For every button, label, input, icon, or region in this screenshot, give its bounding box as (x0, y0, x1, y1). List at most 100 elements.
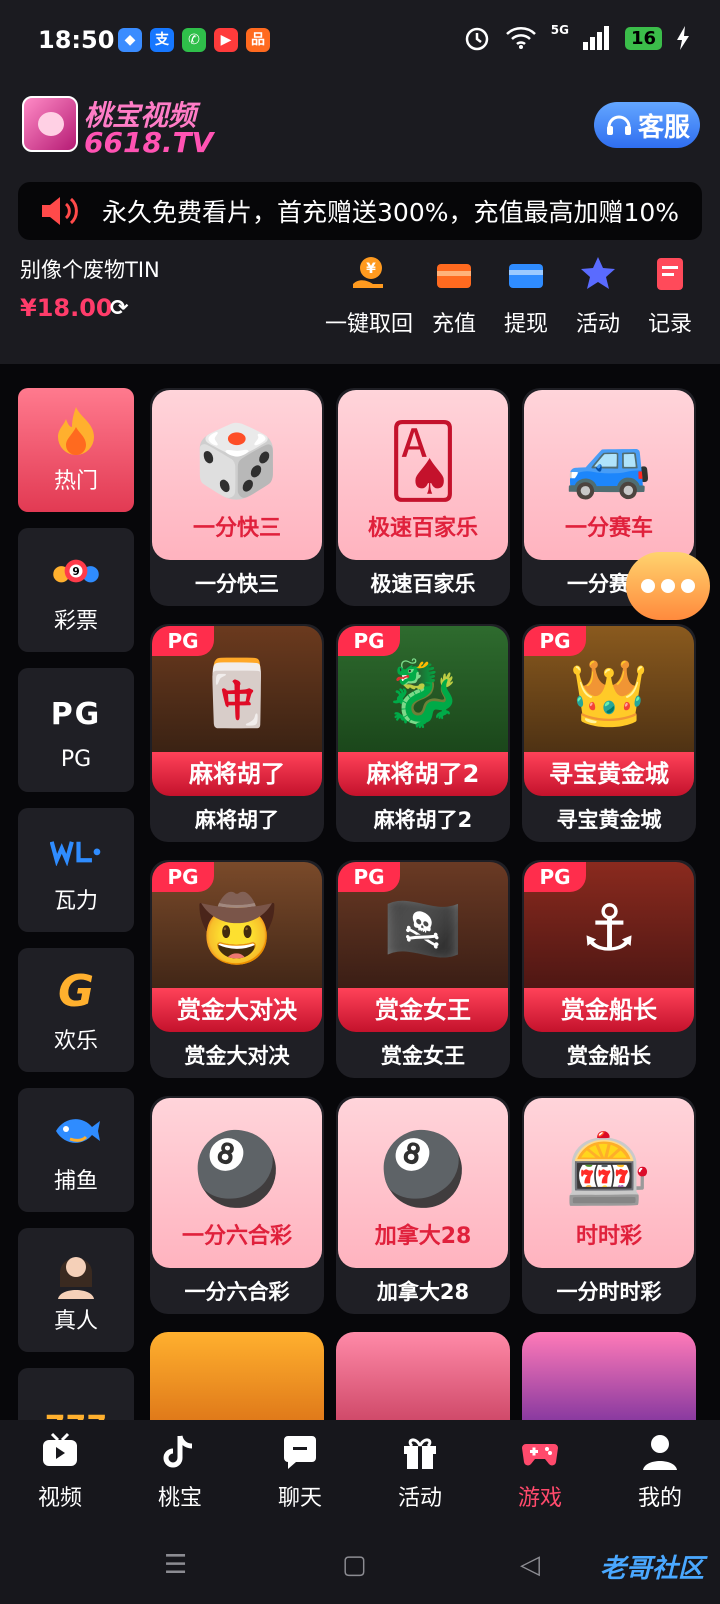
game-name: 一分六合彩 (184, 1280, 290, 1304)
account-header: 桃宝视频 6618.TV 客服 永久免费看片，首充赠送300%，充值最高加赠10… (0, 82, 720, 364)
category-wali[interactable]: 瓦力 (18, 808, 134, 932)
record-icon (657, 258, 683, 290)
category-sidebar: 热门 9 彩票 PG PG 瓦力 G 欢乐 捕鱼 真人 777 (18, 388, 134, 1508)
recharge-icon (437, 264, 471, 288)
game-tile-partial[interactable] (150, 1332, 324, 1420)
game-tile-partial[interactable] (336, 1332, 510, 1420)
category-label: 热门 (53, 469, 98, 494)
game-name: 麻将胡了 (195, 808, 279, 832)
nav-label: 视频 (37, 1486, 82, 1511)
retrieve-icon: ¥ (353, 257, 383, 288)
pg-badge: PG (152, 862, 214, 892)
happy-logo-icon: G (57, 965, 95, 1017)
game-tile[interactable]: PG ⚓ 赏金船长 赏金船长 (522, 860, 696, 1078)
category-lottery[interactable]: 9 彩票 (18, 528, 134, 652)
nav-games[interactable]: 游戏 (480, 1420, 600, 1522)
flame-icon (50, 405, 102, 457)
category-pg[interactable]: PG PG (18, 668, 134, 792)
game-name: 麻将胡了2 (373, 808, 473, 832)
game-tile[interactable]: PG 👑 寻宝黄金城 寻宝黄金城 (522, 624, 696, 842)
game-thumb-title: 麻将胡了 (152, 752, 322, 796)
activity-label: 活动 (575, 312, 620, 337)
game-thumbnail: 🎱 加拿大28 (338, 1098, 508, 1268)
record-label: 记录 (647, 312, 692, 337)
category-happy[interactable]: G 欢乐 (18, 948, 134, 1072)
nav-activity[interactable]: 活动 (360, 1420, 480, 1522)
category-label: 真人 (53, 1309, 98, 1334)
category-live[interactable]: 真人 (18, 1228, 134, 1352)
record-button[interactable]: 记录 (634, 254, 706, 338)
pg-badge: PG (152, 626, 214, 656)
game-thumbnail: PG 🏴‍☠️ 赏金女王 (338, 862, 508, 1032)
floating-chat-button[interactable] (626, 552, 710, 620)
chat-icon (284, 1436, 316, 1469)
game-tile[interactable]: PG 🐉 麻将胡了2 麻将胡了2 (336, 624, 510, 842)
nav-label: 我的 (637, 1486, 682, 1511)
retrieve-button[interactable]: ¥ 一键取回 (320, 254, 418, 338)
fish-icon (50, 1105, 102, 1157)
tv-icon (43, 1432, 77, 1466)
nav-profile[interactable]: 我的 (600, 1420, 720, 1522)
game-thumb-title: 时时彩 (575, 1224, 642, 1249)
game-tile[interactable]: PG 🏴‍☠️ 赏金女王 赏金女王 (336, 860, 510, 1078)
profile-icon (643, 1435, 677, 1470)
refresh-balance-icon[interactable]: ⟳ (110, 296, 128, 321)
game-thumb-title: 一分六合彩 (181, 1224, 292, 1249)
withdraw-button[interactable]: 提现 (490, 254, 562, 338)
home-icon[interactable]: ▢ (342, 1550, 367, 1580)
game-name: 赏金女王 (381, 1044, 465, 1068)
alarm-icon (465, 27, 488, 51)
game-thumbnail: PG 👑 寻宝黄金城 (524, 626, 694, 796)
recharge-button[interactable]: 充值 (418, 254, 490, 338)
game-thumb-title: 麻将胡了2 (338, 752, 508, 796)
balance-amount: ¥18.00 (20, 294, 113, 322)
customer-service-button[interactable]: 客服 (594, 102, 700, 148)
menu-icon[interactable]: ☰ (164, 1550, 187, 1580)
announcement-bar[interactable]: 永久免费看片，首充赠送300%，充值最高加赠10% (18, 182, 702, 240)
nav-chat[interactable]: 聊天 (240, 1420, 360, 1522)
pg-logo-icon: PG (50, 697, 102, 732)
slot-machine-icon: 🎰 (565, 1128, 653, 1210)
game-tile[interactable]: 🎰 时时彩 一分时时彩 (522, 1096, 696, 1314)
pg-badge: PG (524, 626, 586, 656)
pirate-icon: 🏴‍☠️ (383, 893, 463, 967)
category-fishing[interactable]: 捕鱼 (18, 1088, 134, 1212)
svg-text:¥: ¥ (366, 261, 376, 277)
network-type: 5G (550, 23, 569, 37)
browser-icon: ◆ (118, 28, 142, 52)
notification-icons: ◆ 支 ✆ ▶ 品 (118, 28, 270, 52)
category-hot[interactable]: 热门 (18, 388, 134, 512)
activity-button[interactable]: 活动 (562, 254, 634, 338)
game-tile[interactable]: 🎱 一分六合彩 一分六合彩 (150, 1096, 324, 1314)
video-icon: ▶ (214, 28, 238, 52)
nav-taobao[interactable]: 桃宝 (120, 1420, 240, 1522)
game-thumb-title: 赏金船长 (524, 988, 694, 1032)
game-tile[interactable]: PG 🤠 赏金大对决 赏金大对决 (150, 860, 324, 1078)
mahjong-tile-icon: 🀄 (197, 657, 277, 731)
game-thumb-title: 赏金大对决 (152, 988, 322, 1032)
headset-icon (606, 115, 631, 135)
game-thumb-title: 赏金女王 (338, 988, 508, 1032)
game-tile[interactable]: 🎱 加拿大28 加拿大28 (336, 1096, 510, 1314)
game-tile[interactable]: 🎲 一分快三 一分快三 (150, 388, 324, 606)
back-icon[interactable]: ◁ (520, 1550, 540, 1580)
game-tile[interactable]: 🂡 极速百家乐 极速百家乐 (336, 388, 510, 606)
lottery-ball-icon: 🎱 (379, 1128, 467, 1210)
activity-icon (581, 257, 615, 289)
race-car-icon: 🚙 (565, 420, 653, 502)
playing-card-icon: 🂡 (387, 420, 459, 502)
pg-badge: PG (338, 626, 400, 656)
game-thumbnail: PG 🀄 麻将胡了 (152, 626, 322, 796)
dot-icon (641, 579, 655, 593)
game-tile-partial[interactable] (522, 1332, 696, 1420)
gamepad-icon (522, 1444, 558, 1466)
nav-video[interactable]: 视频 (0, 1420, 120, 1522)
lottery-balls-icon: 9 (50, 545, 102, 597)
game-thumb-title: 加拿大28 (374, 1224, 472, 1249)
game-thumb-title: 极速百家乐 (367, 516, 478, 541)
game-tile[interactable]: PG 🀄 麻将胡了 麻将胡了 (150, 624, 324, 842)
svg-text:9: 9 (72, 566, 79, 578)
status-bar: 18:50 ◆ 支 ✆ ▶ 品 5G 16 (0, 0, 720, 82)
retrieve-label: 一键取回 (324, 312, 413, 337)
dragon-icon: 🐉 (383, 657, 463, 731)
